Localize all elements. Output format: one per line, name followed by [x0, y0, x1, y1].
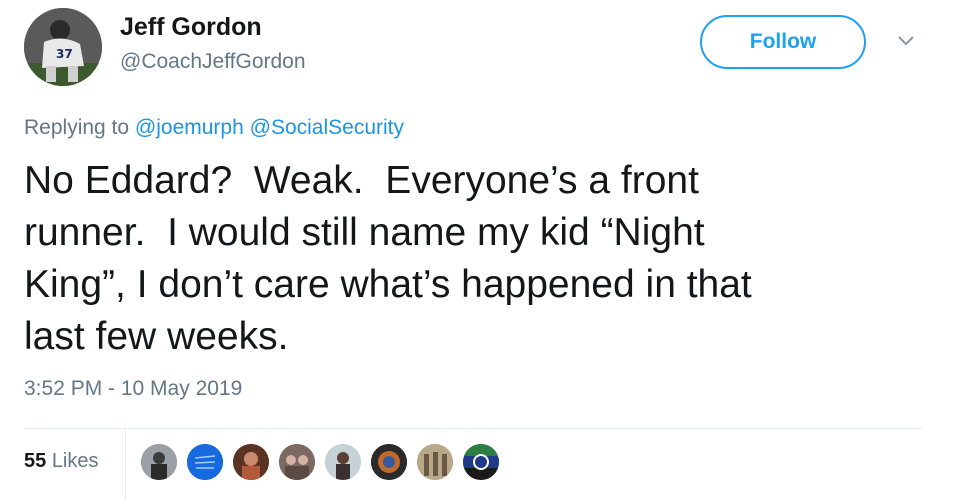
stats-separator: [125, 428, 126, 500]
tweet-text: No Eddard? Weak. Everyone’s a front runn…: [24, 155, 924, 363]
svg-text:37: 37: [56, 47, 73, 61]
chevron-down-icon[interactable]: [896, 34, 916, 48]
mention-link[interactable]: @SocialSecurity: [250, 116, 404, 139]
liker-avatar[interactable]: [417, 444, 453, 480]
liker-avatar[interactable]: [279, 444, 315, 480]
author-avatar[interactable]: 37: [24, 8, 102, 86]
tweet-line: last few weeks.: [24, 315, 289, 358]
replying-to: Replying to @joemurph @SocialSecurity: [24, 116, 404, 140]
liker-avatars: [141, 444, 509, 480]
likes-count[interactable]: 55 Likes: [24, 450, 99, 473]
follow-button[interactable]: Follow: [700, 15, 866, 69]
divider: [24, 428, 922, 429]
liker-avatar[interactable]: [325, 444, 361, 480]
liker-avatar[interactable]: [141, 444, 177, 480]
tweet-timestamp[interactable]: 3:52 PM - 10 May 2019: [24, 377, 242, 401]
liker-avatar[interactable]: [187, 444, 223, 480]
tweet-line: King”, I don’t care what’s happened in t…: [24, 263, 752, 306]
tweet-line: runner. I would still name my kid “Night: [24, 211, 705, 254]
liker-avatar[interactable]: [371, 444, 407, 480]
tweet-line: No Eddard? Weak. Everyone’s a front: [24, 159, 699, 202]
likes-number: 55: [24, 450, 47, 472]
liker-avatar[interactable]: [233, 444, 269, 480]
mention-link[interactable]: @joemurph: [135, 116, 244, 139]
likes-text: Likes: [51, 450, 99, 472]
replying-prefix: Replying to: [24, 116, 130, 139]
liker-avatar[interactable]: [463, 444, 499, 480]
author-name[interactable]: Jeff Gordon: [120, 13, 262, 42]
author-handle[interactable]: @CoachJeffGordon: [120, 50, 306, 74]
